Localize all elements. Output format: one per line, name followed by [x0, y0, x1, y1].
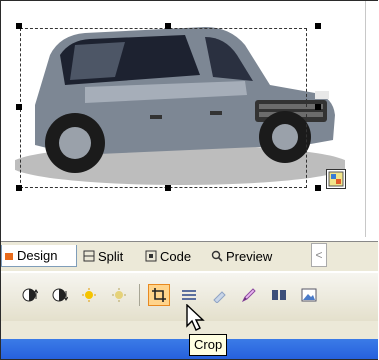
tab-scroll-left-icon[interactable]: < — [311, 243, 327, 267]
selection-box — [16, 23, 321, 191]
tab-preview[interactable]: Preview — [211, 245, 272, 267]
more-brightness-icon[interactable] — [79, 284, 101, 306]
resize-handle-top-left[interactable] — [16, 23, 22, 29]
editor-window: Design Split Code Preview < Crop — [0, 0, 378, 360]
view-tab-bar: Design Split Code Preview < — [1, 241, 378, 271]
resize-handle-bottom[interactable] — [165, 185, 171, 191]
more-contrast-icon[interactable] — [19, 284, 41, 306]
code-view-icon — [145, 250, 157, 262]
pen-icon[interactable] — [238, 284, 260, 306]
split-image-icon[interactable] — [268, 284, 290, 306]
line-style-icon[interactable] — [178, 284, 200, 306]
magnifier-icon — [211, 250, 223, 262]
less-brightness-icon[interactable] — [109, 284, 131, 306]
resize-handle-right[interactable] — [315, 104, 321, 110]
toolbar-separator — [139, 284, 140, 306]
canvas-edge — [365, 1, 366, 237]
tab-code[interactable]: Code — [145, 245, 191, 267]
picture-icon[interactable] — [298, 284, 320, 306]
resize-handle-top[interactable] — [165, 23, 171, 29]
tab-split[interactable]: Split — [83, 245, 123, 267]
crop-icon[interactable] — [148, 284, 170, 306]
design-canvas[interactable] — [1, 1, 378, 237]
design-view-icon — [5, 252, 13, 260]
set-transparent-color-icon[interactable] — [208, 284, 230, 306]
tab-design[interactable]: Design — [1, 245, 77, 267]
resize-handle-bottom-right[interactable] — [315, 185, 321, 191]
crop-tooltip: Crop — [189, 334, 228, 356]
resize-handle-top-right[interactable] — [315, 23, 321, 29]
resize-handle-bottom-left[interactable] — [16, 185, 22, 191]
split-view-icon — [83, 250, 95, 262]
resize-handle-left[interactable] — [16, 104, 22, 110]
picture-actions-icon[interactable] — [326, 169, 346, 189]
less-contrast-icon[interactable] — [49, 284, 71, 306]
mouse-cursor-icon — [186, 304, 205, 331]
